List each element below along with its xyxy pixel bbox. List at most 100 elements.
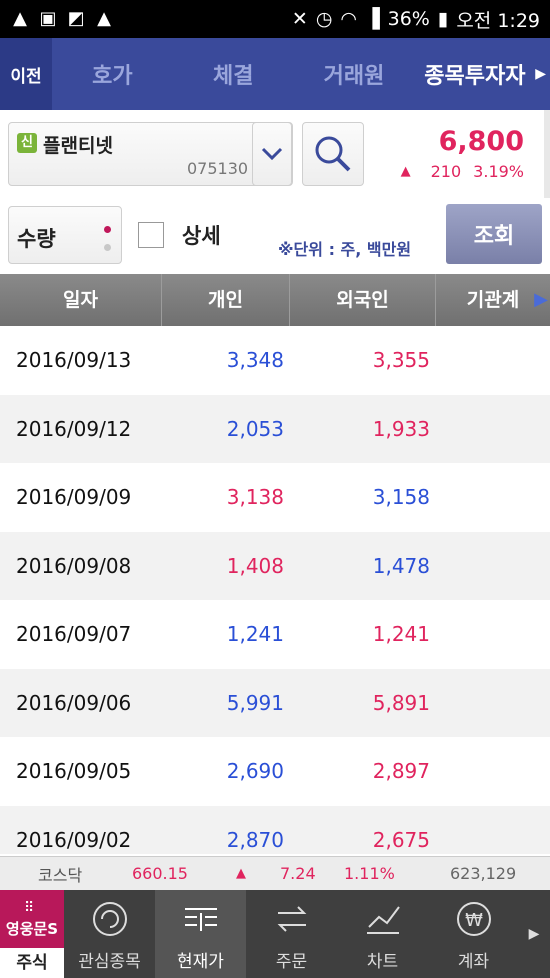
tab-trades[interactable]: 체결 [173, 58, 294, 90]
up-arrow-icon: ▲ [236, 866, 246, 881]
warning-icon: ▲ [97, 8, 111, 29]
qty-toggle[interactable]: 수량 [8, 206, 122, 264]
change-amount: 210 [430, 162, 462, 181]
tab-investor[interactable]: 종목투자자 [414, 58, 535, 90]
home-menu-button[interactable]: ⠿ 영웅문S 주식 [0, 890, 64, 978]
stock-code: 075130 [187, 159, 249, 178]
index-value: 660.15 [132, 864, 188, 883]
cell-date: 2016/09/02 [16, 827, 132, 852]
options-row: 수량 상세 ※단위 : 주, 백만원 조회 [0, 198, 550, 274]
cell-individual: 2,870 [226, 827, 284, 852]
clock: 오전 1:29 [456, 9, 540, 32]
index-change: 7.24 [280, 864, 316, 883]
gallery-icon: ▣ [39, 8, 57, 29]
stock-selector[interactable]: 신 플랜티넷 075130 [8, 122, 293, 186]
nav-chart[interactable]: 차트 [337, 890, 428, 978]
nav-current-price[interactable]: 현재가 [155, 890, 246, 978]
detail-label: 상세 [182, 224, 221, 248]
signal-icon: ▐ [365, 8, 380, 30]
svg-text:₩: ₩ [465, 910, 483, 931]
home-label: 주식 [0, 948, 64, 978]
table-header: 일자 개인 외국인 기관계 ▶ [0, 274, 550, 326]
nav-label: 주문 [275, 952, 308, 972]
cell-date: 2016/09/08 [16, 553, 132, 578]
index-volume: 623,129 [450, 864, 517, 883]
table-row[interactable]: 2016/09/06 5,991 5,891 [0, 668, 550, 737]
won-coin-icon: ₩ [456, 902, 491, 936]
cell-foreign: 2,897 [372, 759, 430, 784]
cell-date: 2016/09/07 [16, 622, 132, 647]
cell-individual: 2,053 [226, 416, 284, 441]
app-icon: ◩ [67, 8, 85, 29]
nav-order[interactable]: 주문 [246, 890, 337, 978]
cell-date: 2016/09/09 [16, 485, 132, 510]
line-chart-icon [366, 906, 400, 934]
battery-icon: ▮ [437, 8, 449, 30]
exchange-arrows-icon [277, 906, 306, 932]
price-change: ▲ 210 3.19% [401, 162, 524, 181]
toggle-dot-inactive [104, 244, 111, 251]
nav-label: 관심종목 [78, 952, 141, 972]
bottom-nav: ⠿ 영웅문S 주식 관심종목 현재가 주문 차트 ₩ 계좌 ▶ [0, 890, 550, 978]
index-change-percent: 1.11% [344, 864, 395, 883]
qty-label: 수량 [17, 227, 56, 251]
unit-note: ※단위 : 주, 백만원 [278, 240, 412, 259]
cell-individual: 5,991 [226, 690, 284, 715]
nav-label: 차트 [366, 952, 399, 972]
nav-more-icon[interactable]: ▶ [519, 890, 549, 978]
cell-foreign: 1,478 [372, 553, 430, 578]
cell-individual: 2,690 [226, 759, 284, 784]
brand-logo: 영웅문S [5, 920, 59, 938]
current-price: 6,800 [438, 126, 524, 157]
cell-date: 2016/09/12 [16, 416, 132, 441]
index-name: 코스닥 [38, 865, 83, 885]
table-row[interactable]: 2016/09/08 1,408 1,478 [0, 531, 550, 600]
table-row[interactable]: 2016/09/09 3,138 3,158 [0, 463, 550, 532]
cell-foreign: 3,355 [372, 348, 430, 373]
header-individual: 개인 [162, 274, 290, 326]
cell-foreign: 3,158 [372, 485, 430, 510]
prev-button[interactable]: 이전 [0, 38, 52, 110]
stock-dropdown-button[interactable] [252, 122, 292, 186]
table-row[interactable]: 2016/09/02 2,870 2,675 [0, 805, 550, 854]
toggle-dot-active [104, 226, 111, 233]
nav-watchlist[interactable]: 관심종목 [64, 890, 155, 978]
table-row[interactable]: 2016/09/13 3,348 3,355 [0, 326, 550, 395]
credit-badge: 신 [17, 133, 37, 153]
nav-label: 계좌 [457, 952, 490, 972]
cell-date: 2016/09/13 [16, 348, 132, 373]
tab-orderbook[interactable]: 호가 [52, 58, 173, 90]
warning-icon: ▲ [13, 8, 27, 29]
table-body[interactable]: 2016/09/13 3,348 3,355 2016/09/12 2,053 1,933… [0, 326, 550, 854]
query-button[interactable]: 조회 [446, 204, 542, 264]
mute-icon: ✕ [291, 8, 308, 30]
grid-icon: ⠿ [24, 900, 35, 916]
battery-level: 36% [387, 8, 430, 30]
header-foreign: 외국인 [290, 274, 436, 326]
search-icon [315, 136, 351, 172]
wifi-icon: ◠ [340, 8, 357, 30]
scroll-right-icon[interactable]: ▶ [534, 289, 548, 310]
cell-individual: 3,348 [226, 348, 284, 373]
table-row[interactable]: 2016/09/12 2,053 1,933 [0, 394, 550, 463]
stock-info: 신 플랜티넷 075130 6,800 ▲ 210 3.19% [0, 110, 550, 198]
up-arrow-icon: ▲ [400, 164, 411, 179]
price-chart-icon [184, 908, 217, 931]
index-ticker[interactable]: 코스닥 660.15 ▲ 7.24 1.11% 623,129 [0, 856, 550, 890]
table-row[interactable]: 2016/09/07 1,241 1,241 [0, 600, 550, 669]
tab-brokers[interactable]: 거래원 [294, 58, 415, 90]
nav-account[interactable]: ₩ 계좌 [428, 890, 519, 978]
tab-bar: 이전 호가 체결 거래원 종목투자자 ▶ [0, 38, 550, 110]
stock-name: 플랜티넷 [43, 135, 113, 157]
detail-checkbox[interactable] [138, 222, 164, 248]
cell-individual: 3,138 [226, 485, 284, 510]
cell-individual: 1,408 [226, 553, 284, 578]
cell-foreign: 2,675 [372, 827, 430, 852]
cell-date: 2016/09/06 [16, 690, 132, 715]
change-percent: 3.19% [473, 162, 524, 181]
cell-foreign: 1,241 [372, 622, 430, 647]
search-button[interactable] [302, 122, 364, 186]
header-institution: 기관계 [466, 289, 520, 311]
tab-scroll-right-icon[interactable]: ▶ [535, 66, 550, 82]
table-row[interactable]: 2016/09/05 2,690 2,897 [0, 737, 550, 806]
